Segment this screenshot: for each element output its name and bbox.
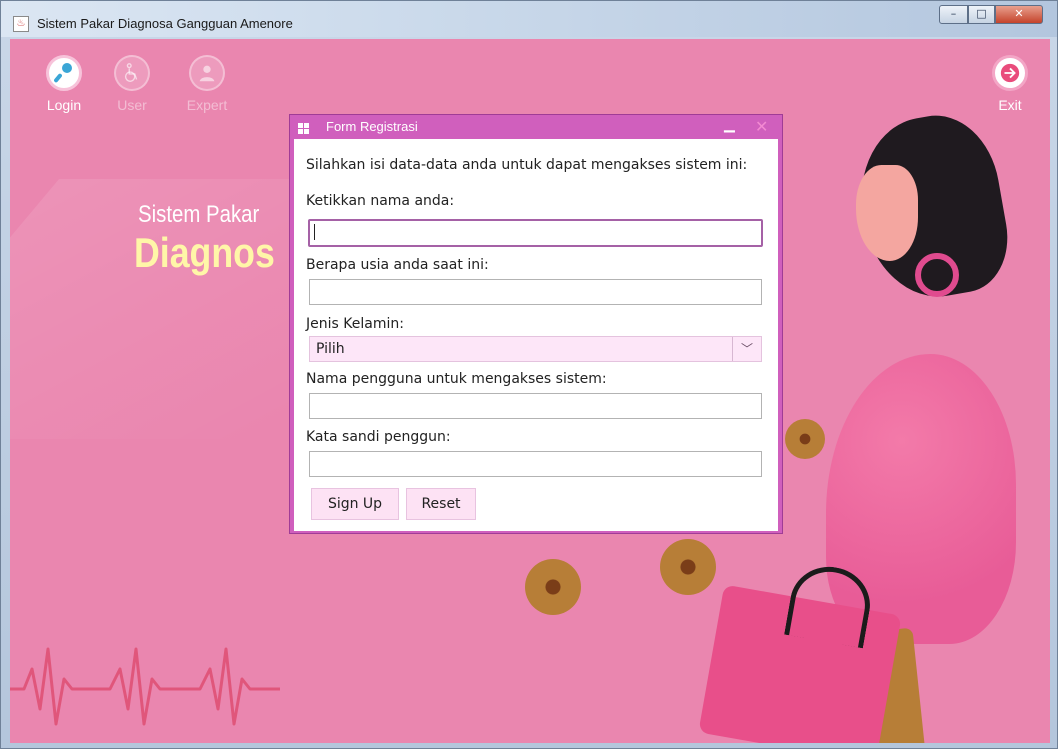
microphone-icon <box>46 55 82 91</box>
exit-label: Exit <box>998 97 1022 113</box>
gender-label: Jenis Kelamin: <box>306 316 404 332</box>
windows-logo-icon <box>298 123 309 134</box>
minimize-button[interactable]: – <box>939 5 968 24</box>
dialog-title: Form Registrasi <box>326 119 418 134</box>
wheelchair-icon <box>114 55 150 91</box>
name-label: Ketikkan nama anda: <box>306 193 455 209</box>
user-button[interactable]: User <box>105 55 159 113</box>
exit-button[interactable]: Exit <box>983 55 1037 113</box>
name-input[interactable] <box>308 219 763 247</box>
maximize-button[interactable]: □ <box>968 5 995 24</box>
login-label: Login <box>46 97 82 113</box>
user-label: User <box>117 97 147 113</box>
gender-select[interactable]: Pilih ﹀ <box>309 336 762 362</box>
title-bar[interactable]: ♨ Sistem Pakar Diagnosa Gangguan Amenore… <box>1 1 1057 37</box>
flower-decoration <box>785 419 825 459</box>
chevron-down-icon[interactable]: ﹀ <box>732 337 761 361</box>
dialog-body: Silahkan isi data-data anda untuk dapat … <box>294 139 778 531</box>
password-input[interactable] <box>309 451 762 477</box>
flower-decoration <box>660 539 716 595</box>
exit-icon <box>992 55 1028 91</box>
app-window: ♨ Sistem Pakar Diagnosa Gangguan Amenore… <box>0 0 1058 749</box>
face-illustration <box>856 165 918 261</box>
dialog-close-button[interactable]: ✕ <box>755 117 769 136</box>
flower-decoration <box>525 559 581 615</box>
expert-label: Expert <box>186 97 228 113</box>
age-label: Berapa usia anda saat ini: <box>306 257 489 273</box>
headline-subtitle: Sistem Pakar <box>138 201 260 228</box>
window-title: Sistem Pakar Diagnosa Gangguan Amenore <box>37 16 293 31</box>
age-input[interactable] <box>309 279 762 305</box>
earring-illustration <box>915 253 959 297</box>
reset-button[interactable]: Reset <box>406 488 476 520</box>
gender-selected-value: Pilih <box>316 341 345 357</box>
sign-up-button[interactable]: Sign Up <box>311 488 399 520</box>
close-window-button[interactable]: ✕ <box>995 5 1043 24</box>
dialog-minimize-button[interactable]: ▁ <box>724 117 738 135</box>
expert-person-icon <box>189 55 225 91</box>
heartbeat-line-icon <box>10 647 280 726</box>
username-label: Nama pengguna untuk mengakses sistem: <box>306 371 607 387</box>
java-app-icon: ♨ <box>13 16 29 32</box>
expert-button[interactable]: Expert <box>180 55 234 113</box>
registration-dialog: Form Registrasi ▁ ✕ Silahkan isi data-da… <box>289 114 783 534</box>
password-label: Kata sandi penggun: <box>306 429 451 445</box>
intro-text: Silahkan isi data-data anda untuk dapat … <box>306 157 748 173</box>
headline-title: Diagnos <box>134 229 275 276</box>
username-input[interactable] <box>309 393 762 419</box>
text-caret <box>314 224 315 240</box>
login-button[interactable]: Login <box>37 55 91 113</box>
